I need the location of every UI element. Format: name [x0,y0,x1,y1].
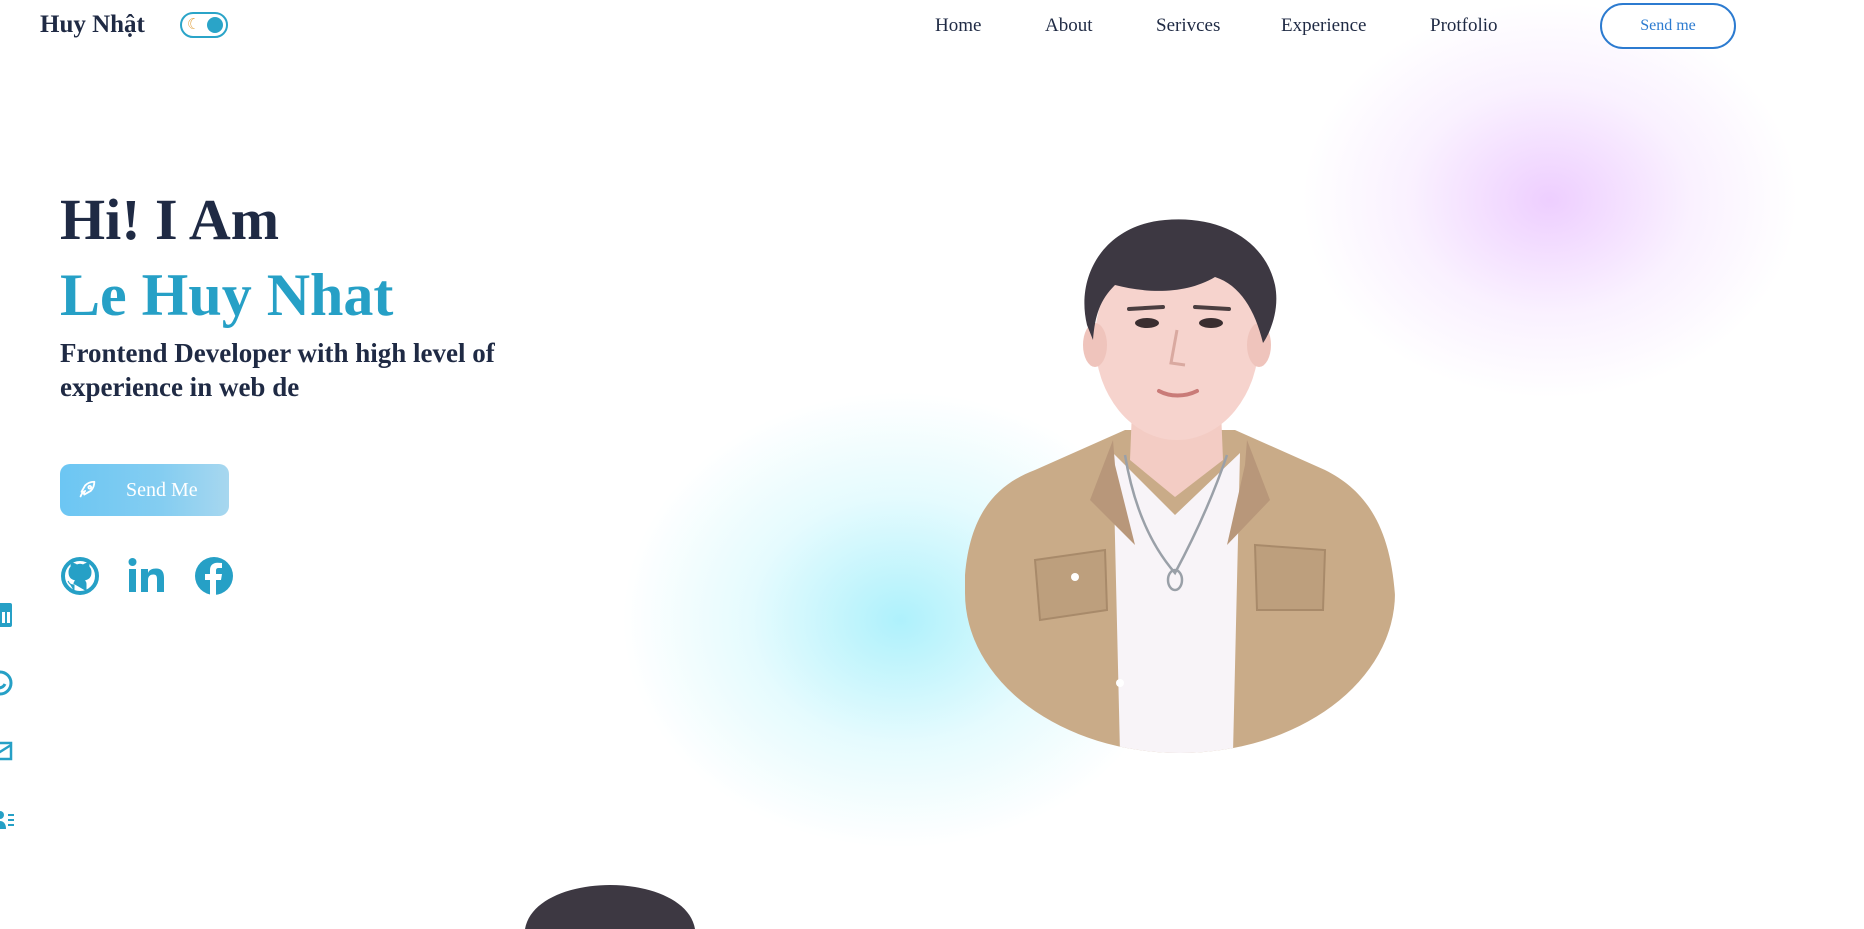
mail-side-icon[interactable] [0,738,14,764]
send-me-header-button[interactable]: Send me [1600,3,1736,49]
hero-greeting: Hi! I Am [60,187,280,252]
toggle-knob [207,17,223,33]
nav-services[interactable]: Serivces [1156,15,1220,37]
nav-home[interactable]: Home [935,15,981,37]
hero-name: Le Huy Nhat [60,262,394,328]
rocket-icon [79,480,96,498]
nav-portfolio[interactable]: Protfolio [1430,15,1498,37]
resume-side-icon[interactable] [0,807,14,833]
linkedin-icon[interactable] [127,556,167,596]
profile-photo-secondary [525,885,695,929]
github-icon[interactable] [60,556,100,596]
site-logo[interactable]: Huy Nhật [40,11,145,39]
cta-label: Send Me [126,478,198,501]
linkedin-side-icon[interactable] [0,603,14,629]
nav-experience[interactable]: Experience [1281,15,1366,37]
hero-tagline: Frontend Developer with high level of ex… [60,338,495,402]
github-side-icon[interactable] [0,670,14,696]
site-header: Huy Nhật ☾ Home About Serivces Experienc… [0,0,1864,52]
nav-about[interactable]: About [1045,15,1093,37]
moon-icon: ☾ [187,17,201,33]
profile-photo [965,219,1395,753]
facebook-icon[interactable] [194,556,234,596]
theme-toggle[interactable]: ☾ [180,12,228,38]
send-me-cta-button[interactable]: Send Me [60,464,229,516]
